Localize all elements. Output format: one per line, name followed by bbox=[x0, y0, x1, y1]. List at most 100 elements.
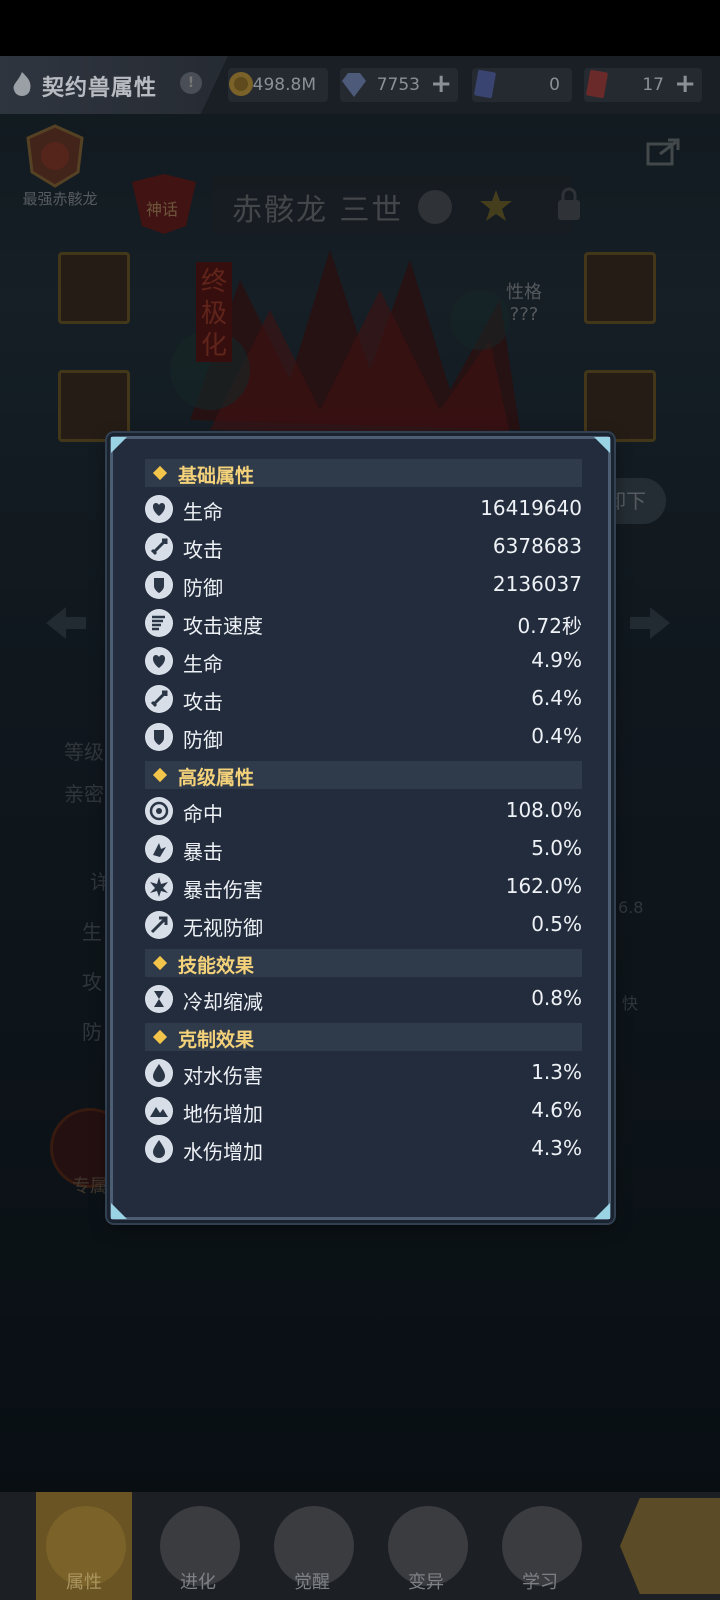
element-icon bbox=[418, 190, 452, 224]
equip-slot-amulet[interactable] bbox=[584, 370, 656, 442]
stat-row: 无视防御 0.5% bbox=[145, 907, 582, 943]
stat-name: 生命 bbox=[183, 500, 223, 524]
stat-value: 6.4% bbox=[531, 686, 582, 710]
sword-icon bbox=[145, 685, 173, 713]
section-advanced: 高级属性 bbox=[145, 761, 582, 789]
title-area: 契约兽属性 ! bbox=[0, 56, 228, 114]
best-dragon-badge[interactable] bbox=[20, 124, 90, 188]
shield-icon bbox=[145, 723, 173, 751]
stat-value: 1.3% bbox=[531, 1060, 582, 1084]
defense-label: 防 bbox=[82, 1020, 102, 1044]
tab-mutation[interactable]: 变异 bbox=[378, 1492, 474, 1600]
gold-value: 498.8M bbox=[252, 75, 316, 95]
critical-icon bbox=[145, 835, 173, 863]
diamond-bullet-icon bbox=[152, 767, 168, 783]
personality-line2: ??? bbox=[509, 304, 539, 325]
heart-shield-icon bbox=[145, 647, 173, 675]
stat-row: 水伤增加 4.3% bbox=[145, 1131, 582, 1167]
stat-row: 生命 4.9% bbox=[145, 643, 582, 679]
blue-card-icon bbox=[470, 69, 500, 99]
stat-row: 攻击速度 0.72秒 bbox=[145, 605, 582, 641]
pierce-icon bbox=[145, 911, 173, 939]
diamond-resource[interactable]: 7753 + bbox=[340, 68, 458, 102]
section-title: 克制效果 bbox=[178, 1029, 255, 1051]
diamond-bullet-icon bbox=[152, 955, 168, 971]
tab-label: 觉醒 bbox=[294, 1572, 330, 1593]
equip-slot-claw[interactable] bbox=[58, 252, 130, 324]
stat-row: 对水伤害 1.3% bbox=[145, 1055, 582, 1091]
gold-resource[interactable]: 498.8M bbox=[228, 68, 328, 102]
stat-name: 防御 bbox=[183, 576, 223, 600]
info-icon[interactable]: ! bbox=[180, 72, 202, 94]
shield-icon bbox=[145, 571, 173, 599]
stat-row: 防御 0.4% bbox=[145, 719, 582, 755]
attack-label: 攻 bbox=[82, 970, 102, 994]
red-card-plus-button[interactable]: + bbox=[674, 69, 696, 99]
tab-label: 进化 bbox=[180, 1572, 216, 1593]
stat-value: 0.8% bbox=[531, 986, 582, 1010]
stat-name: 攻击 bbox=[183, 690, 223, 714]
tab-attributes[interactable]: 属性 bbox=[36, 1492, 132, 1600]
equip-slot-armor[interactable] bbox=[58, 370, 130, 442]
life-label: 生 bbox=[82, 920, 102, 944]
earth-mountain-icon bbox=[145, 1097, 173, 1125]
diamond-bullet-icon bbox=[152, 465, 168, 481]
corner-ornament bbox=[111, 437, 127, 453]
section-title: 技能效果 bbox=[178, 955, 255, 977]
lock-icon[interactable] bbox=[554, 186, 584, 222]
stat-name: 无视防御 bbox=[183, 916, 263, 940]
mythic-tag-text: 神话 bbox=[146, 200, 179, 219]
corner-ornament bbox=[594, 437, 610, 453]
tab-label: 学习 bbox=[522, 1572, 558, 1593]
tab-label: 属性 bbox=[66, 1572, 102, 1593]
blue-card-resource[interactable]: 0 bbox=[472, 68, 572, 102]
speed-label: 快 bbox=[622, 994, 639, 1013]
badge-label: 最强赤骸龙 bbox=[22, 190, 98, 208]
share-icon[interactable] bbox=[646, 136, 682, 166]
exclusive-label: 专属 bbox=[72, 1176, 108, 1197]
stat-row: 攻击 6378683 bbox=[145, 529, 582, 565]
hero-name: 赤骸龙 三世 bbox=[232, 193, 404, 228]
tab-learn[interactable]: 学习 bbox=[492, 1492, 588, 1600]
diamond-plus-button[interactable]: + bbox=[430, 69, 452, 99]
hourglass-icon bbox=[145, 985, 173, 1013]
stat-value: 162.0% bbox=[505, 874, 582, 898]
tab-awaken[interactable]: 觉醒 bbox=[264, 1492, 360, 1600]
speed-wing-icon bbox=[145, 609, 173, 637]
section-skill: 技能效果 bbox=[145, 949, 582, 977]
stat-name: 防御 bbox=[183, 728, 223, 752]
flame-fist-icon bbox=[8, 70, 36, 100]
stat-value: 4.3% bbox=[531, 1136, 582, 1160]
red-card-resource[interactable]: 17 + bbox=[584, 68, 702, 102]
right-value: 6.8 bbox=[618, 898, 644, 917]
stat-value: 16419640 bbox=[480, 496, 582, 520]
stat-name: 生命 bbox=[183, 652, 223, 676]
water-drop-icon bbox=[145, 1135, 173, 1163]
stat-value: 6378683 bbox=[492, 534, 582, 558]
stat-value: 4.9% bbox=[531, 648, 582, 672]
water-drop-icon bbox=[145, 1059, 173, 1087]
section-basic: 基础属性 bbox=[145, 459, 582, 487]
stat-value: 2136037 bbox=[492, 572, 582, 596]
equip-slot-ring[interactable] bbox=[584, 252, 656, 324]
stat-name: 冷却缩减 bbox=[183, 990, 263, 1014]
stat-row: 冷却缩减 0.8% bbox=[145, 981, 582, 1017]
stat-row: 地伤增加 4.6% bbox=[145, 1093, 582, 1129]
level-label: 等级 bbox=[64, 740, 104, 764]
blue-card-value: 0 bbox=[549, 75, 560, 95]
evolution-label: 终极化 bbox=[196, 262, 232, 362]
stat-value: 4.6% bbox=[531, 1098, 582, 1122]
stat-row: 生命 16419640 bbox=[145, 491, 582, 527]
page-title: 契约兽属性 bbox=[42, 76, 158, 101]
sword-icon bbox=[145, 533, 173, 561]
bottom-tab-bar: 属性 进化 觉醒 变异 学习 bbox=[0, 1492, 720, 1600]
arrow-right-icon[interactable] bbox=[620, 1498, 720, 1594]
stat-value: 108.0% bbox=[505, 798, 582, 822]
stat-name: 攻击速度 bbox=[183, 614, 263, 638]
stat-name: 暴击 bbox=[183, 840, 223, 864]
next-arrow-icon[interactable] bbox=[626, 603, 674, 643]
tab-evolution[interactable]: 进化 bbox=[150, 1492, 246, 1600]
personality-label[interactable]: 性格 ??? bbox=[494, 282, 554, 326]
stat-name: 地伤增加 bbox=[183, 1102, 263, 1126]
prev-arrow-icon[interactable] bbox=[42, 603, 90, 643]
